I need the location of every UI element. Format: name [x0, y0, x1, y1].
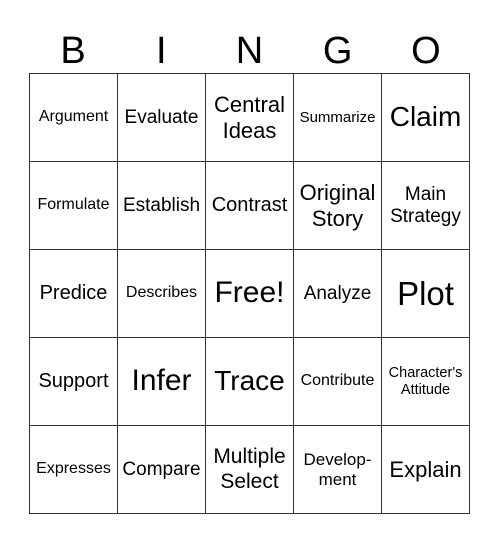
bingo-cell[interactable]: Main Strategy: [382, 162, 470, 250]
header-letter-g: G: [322, 30, 353, 72]
bingo-cell[interactable]: Evaluate: [118, 74, 206, 162]
bingo-cell[interactable]: Compare: [118, 426, 206, 514]
bingo-cell[interactable]: Describes: [118, 250, 206, 338]
bingo-grid: Argument Evaluate Central Ideas Summariz…: [29, 73, 470, 514]
bingo-cell[interactable]: Formulate: [30, 162, 118, 250]
bingo-cell[interactable]: Character's Attitude: [382, 338, 470, 426]
bingo-cell[interactable]: Predice: [30, 250, 118, 338]
free-space-cell[interactable]: Free!: [206, 250, 294, 338]
bingo-cell[interactable]: Original Story: [294, 162, 382, 250]
header-letter-n: N: [235, 30, 264, 72]
bingo-cell[interactable]: Support: [30, 338, 118, 426]
bingo-cell[interactable]: Develop- ment: [294, 426, 382, 514]
bingo-cell[interactable]: Explain: [382, 426, 470, 514]
bingo-cell[interactable]: Contrast: [206, 162, 294, 250]
header-letter-b: B: [60, 30, 86, 72]
bingo-header: B I N G O: [29, 28, 470, 74]
bingo-cell[interactable]: Infer: [118, 338, 206, 426]
bingo-cell[interactable]: Expresses: [30, 426, 118, 514]
header-letter-o: O: [411, 30, 441, 72]
bingo-cell[interactable]: Analyze: [294, 250, 382, 338]
bingo-cell[interactable]: Argument: [30, 74, 118, 162]
header-letter-i: I: [156, 30, 167, 72]
bingo-cell[interactable]: Trace: [206, 338, 294, 426]
bingo-cell[interactable]: Contribute: [294, 338, 382, 426]
bingo-cell[interactable]: Plot: [382, 250, 470, 338]
bingo-cell[interactable]: Claim: [382, 74, 470, 162]
bingo-cell[interactable]: Multiple Select: [206, 426, 294, 514]
bingo-cell[interactable]: Establish: [118, 162, 206, 250]
bingo-cell[interactable]: Central Ideas: [206, 74, 294, 162]
bingo-cell[interactable]: Summarize: [294, 74, 382, 162]
